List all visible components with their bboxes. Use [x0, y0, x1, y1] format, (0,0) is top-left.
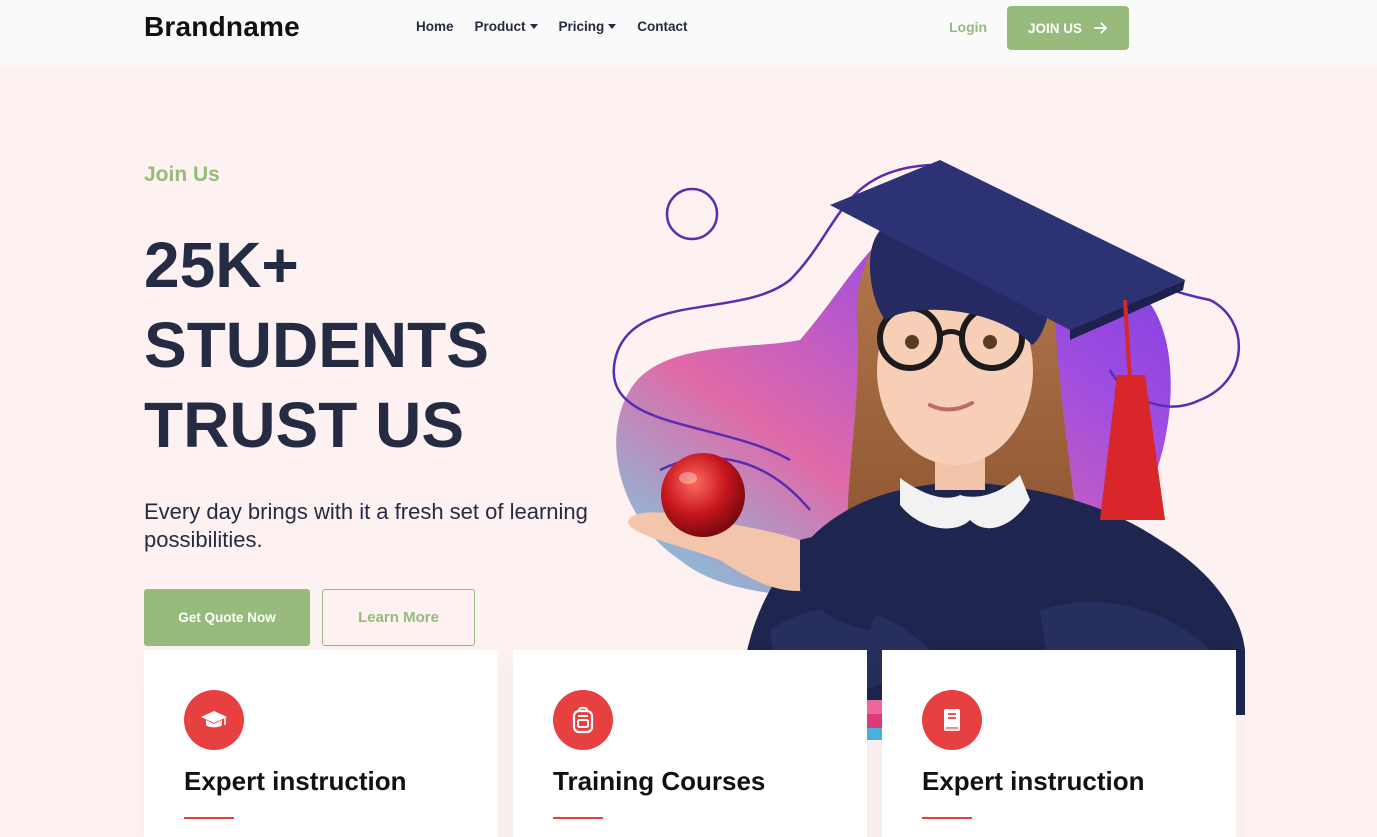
join-us-button[interactable]: JOIN US [1007, 6, 1129, 50]
headline-line-1: 25K+ [144, 229, 299, 301]
feature-card: Expert instruction [144, 650, 498, 837]
card-underline [184, 817, 234, 819]
nav-link-home-label: Home [416, 19, 454, 34]
backpack-icon [572, 706, 594, 734]
hero-illustration [612, 160, 1245, 715]
nav-link-contact[interactable]: Contact [637, 19, 687, 34]
arrow-right-icon [1094, 22, 1107, 34]
card-title: Training Courses [553, 766, 766, 796]
book-stack-edge [866, 700, 882, 740]
feature-card: Training Courses [513, 650, 867, 837]
card-underline [553, 817, 603, 819]
chevron-down-icon [529, 24, 538, 29]
learn-more-button[interactable]: Learn More [322, 589, 475, 646]
nav-link-home[interactable]: Home [416, 19, 454, 34]
main-menu: Home Product Pricing Contact [416, 19, 709, 34]
card-icon-badge [184, 690, 244, 750]
get-quote-button[interactable]: Get Quote Now [144, 589, 310, 646]
hero-headline: 25K+ STUDENTS TRUST US [144, 225, 604, 465]
outline-circle [665, 187, 719, 241]
graduation-cap-icon [201, 711, 227, 728]
card-title: Expert instruction [922, 766, 1145, 796]
apple [661, 453, 745, 537]
book-icon [944, 709, 960, 731]
nav-link-product[interactable]: Product [475, 19, 538, 34]
login-link[interactable]: Login [949, 19, 987, 35]
nav-link-pricing-label: Pricing [558, 19, 605, 34]
card-icon-badge [922, 690, 982, 750]
brand-logo[interactable]: Brandname [144, 11, 300, 43]
headline-line-2: STUDENTS [144, 309, 489, 381]
nav-link-product-label: Product [474, 19, 526, 34]
nav-link-contact-label: Contact [637, 19, 688, 34]
hero-subtitle: Every day brings with it a fresh set of … [144, 499, 588, 552]
top-navbar: Brandname Home Product Pricing Contact L… [0, 0, 1377, 65]
hero-kicker: Join Us [144, 163, 220, 186]
headline-line-3: TRUST US [144, 389, 464, 461]
chevron-down-icon [608, 24, 617, 29]
card-underline [922, 817, 972, 819]
join-us-label: JOIN US [1027, 20, 1082, 36]
card-title: Expert instruction [184, 766, 407, 796]
feature-card: Expert instruction [882, 650, 1236, 837]
card-icon-badge [553, 690, 613, 750]
nav-link-pricing[interactable]: Pricing [559, 19, 617, 34]
